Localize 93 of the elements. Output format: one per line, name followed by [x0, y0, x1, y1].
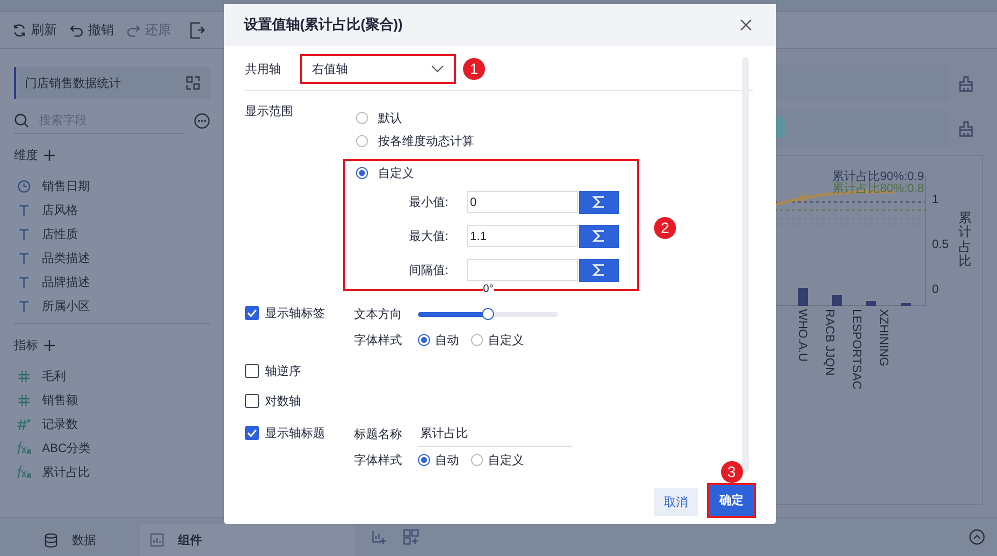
field-label: 文本方向 [354, 306, 403, 322]
field-item[interactable]: 所属小区 [14, 294, 210, 318]
check-icon [247, 429, 257, 437]
bar [798, 288, 808, 306]
field-label: 最小值: [409, 194, 450, 210]
bar [866, 301, 876, 306]
axis-select[interactable]: 右值轴 [302, 56, 454, 82]
checkbox-option[interactable]: 显示轴标题 [245, 421, 354, 445]
category-label: RACB JJQN [825, 309, 837, 378]
bar [832, 295, 842, 306]
refresh-icon [12, 22, 27, 38]
step-badge: 2 [654, 217, 676, 239]
field-item[interactable]: 毛利 [14, 364, 210, 388]
hash-icon [16, 370, 32, 382]
scrollbar[interactable] [742, 57, 749, 472]
redo-icon [126, 22, 141, 38]
field-label: 字体样式 [354, 452, 403, 468]
export-icon[interactable] [189, 22, 205, 38]
checkbox-option[interactable]: 轴逆序 [245, 359, 776, 383]
formula-button[interactable] [579, 224, 619, 248]
sigma-icon [592, 229, 606, 243]
switch-icon[interactable] [186, 76, 200, 90]
category-label: XZHINING [879, 309, 891, 368]
radio-option[interactable]: 自定义 [345, 161, 637, 185]
formula-button[interactable] [579, 190, 619, 214]
field-item[interactable]: 累计占比 [14, 460, 210, 484]
add-icon[interactable] [44, 340, 55, 350]
field-item[interactable]: 品牌描述 [14, 270, 210, 294]
radio-option[interactable]: 自动 [418, 447, 459, 473]
bar [901, 303, 911, 306]
field-label: 共用轴 [245, 60, 282, 78]
tick-label: 0 [932, 282, 940, 296]
section-title: 指标 [14, 336, 38, 354]
field-label: 显示范围 [245, 103, 294, 120]
field-label: 字体样式 [354, 332, 403, 348]
toolbar-button[interactable]: 刷新 [12, 21, 65, 39]
field-item[interactable]: 销售日期 [14, 174, 210, 198]
field-item[interactable]: 品类描述 [14, 246, 210, 270]
function-icon [16, 441, 32, 455]
field-label: 间隔值: [409, 262, 450, 278]
angle-label: 0° [483, 283, 494, 295]
field-item[interactable]: ABC分类 [14, 436, 210, 460]
add-chart-icon[interactable] [371, 529, 387, 545]
field-label: 标题名称 [354, 426, 403, 442]
step-badge: 1 [463, 58, 485, 80]
field-item[interactable]: 店性质 [14, 222, 210, 246]
axis-title: 累计占比 [958, 211, 972, 270]
dataset-header[interactable]: 门店销售数据统计 [14, 67, 210, 99]
cancel-button[interactable]: 取消 [654, 488, 698, 516]
hash-icon [16, 394, 32, 406]
field-label: 最大值: [409, 228, 450, 244]
close-icon[interactable] [740, 19, 752, 31]
confirm-button[interactable]: 确定 [709, 485, 754, 516]
number-input[interactable]: 0 [467, 191, 578, 213]
reference-label: 累计占比90%:0.9 [832, 170, 924, 182]
number-input[interactable] [467, 259, 578, 281]
chart-icon [150, 533, 164, 547]
data-point [800, 194, 806, 202]
step-badge: 3 [720, 461, 742, 483]
sigma-icon [592, 263, 606, 277]
search-icon [14, 112, 29, 128]
add-icon[interactable] [44, 150, 55, 160]
checkbox-option[interactable]: 对数轴 [245, 389, 776, 413]
database-icon [44, 532, 58, 548]
dialog-title: 设置值轴(累计占比(聚合)) [244, 16, 403, 34]
hash-star-icon [16, 418, 32, 430]
number-input[interactable]: 1.1 [467, 225, 578, 247]
category-label: LESPORTSAC [852, 309, 864, 392]
radio-option[interactable]: 自定义 [471, 447, 524, 473]
function-icon [16, 465, 32, 479]
section-title: 维度 [14, 146, 38, 164]
sigma-icon [592, 195, 606, 209]
radio-option[interactable]: 自动 [418, 327, 459, 353]
add-widget-icon[interactable] [403, 529, 419, 545]
collapse-icon[interactable] [969, 529, 985, 545]
tick-label: 1 [932, 192, 940, 206]
checkbox-option[interactable]: 显示轴标签 [245, 301, 354, 325]
brush-icon[interactable] [958, 120, 974, 136]
tick-label: 0.5 [932, 237, 949, 251]
category-label: WHO.A.U [798, 309, 810, 364]
bottom-tab[interactable]: 组件 [140, 524, 355, 556]
field-item[interactable]: 店风格 [14, 198, 210, 222]
chevron-down-icon [431, 65, 444, 73]
radio-option[interactable]: 自定义 [471, 327, 524, 353]
field-item[interactable]: 销售额 [14, 388, 210, 412]
field-item[interactable]: 记录数 [14, 412, 210, 436]
more-icon[interactable] [194, 112, 210, 128]
brush-icon[interactable] [958, 76, 974, 92]
check-icon [247, 309, 257, 317]
toolbar-button[interactable]: 撤销 [69, 21, 122, 39]
formula-button[interactable] [579, 258, 619, 282]
clock-icon [16, 180, 32, 192]
undo-icon [69, 22, 84, 38]
